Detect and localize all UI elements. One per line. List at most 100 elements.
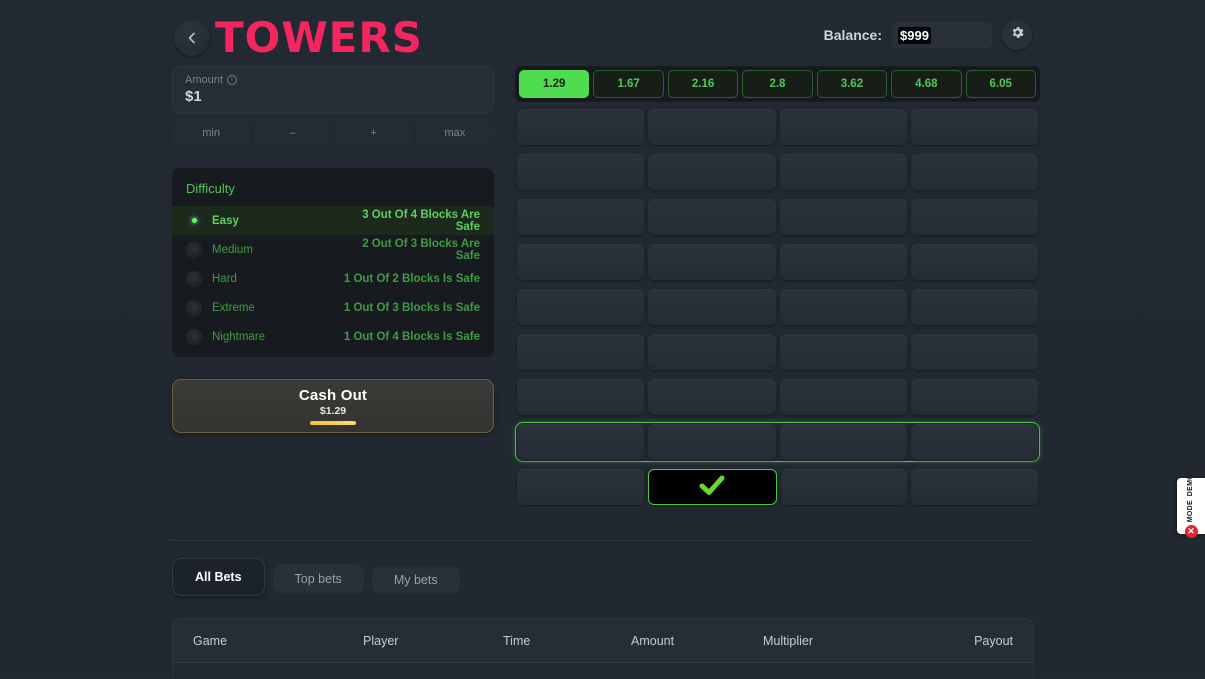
multiplier-button-4[interactable]: 2.8 [742,70,813,98]
tower-cell[interactable] [517,289,645,325]
tower-cell[interactable] [910,109,1038,145]
tower-cell[interactable] [910,289,1038,325]
tower-cell[interactable] [911,469,1038,505]
radio-icon [186,212,202,229]
balance-value: $999 [898,26,931,44]
tower-cell-revealed [647,469,777,505]
tower-cell[interactable] [779,109,907,145]
difficulty-option-hard[interactable]: Hard 1 Out Of 2 Blocks Is Safe [172,264,494,293]
tower-cell[interactable] [517,154,645,190]
column-header-payout: Payout [974,633,1013,648]
amount-label-row: Amount i [185,74,481,86]
bet-controls-panel: Amount i $1 min – + max Difficulty Easy … [172,66,494,433]
gear-icon [1010,25,1025,45]
settings-button[interactable] [1002,20,1032,50]
close-circle-icon[interactable]: ✕ [1184,524,1198,538]
tower-cell[interactable] [517,469,644,505]
column-header-game: Game [193,633,228,648]
tab-my-bets[interactable]: My bets [371,566,460,594]
tower-row [515,287,1040,327]
difficulty-option-extreme[interactable]: Extreme 1 Out Of 3 Blocks Is Safe [172,293,494,322]
difficulty-option-desc: 1 Out Of 4 Blocks Is Safe [343,330,480,343]
multiplier-button-5[interactable]: 3.62 [816,70,888,98]
multiplier-button-6[interactable]: 4.68 [891,70,962,98]
tower-cell[interactable] [779,334,907,370]
tower-cell[interactable] [648,379,776,415]
tower-cell[interactable] [779,199,907,235]
difficulty-option-label: Extreme [212,301,255,314]
cash-out-button[interactable]: Cash Out $1.29 [172,379,494,433]
tower-cell[interactable] [779,154,907,190]
amount-min-button[interactable]: min [172,120,251,146]
balance-label: Balance: [823,27,882,43]
difficulty-option-easy[interactable]: Easy 3 Out Of 4 Blocks Are Safe [172,206,494,235]
demo-mode-badge[interactable]: DEMO MODE ✕ [1177,474,1205,538]
amount-input[interactable]: Amount i $1 [172,66,494,114]
tower-cell[interactable] [910,199,1038,235]
amount-value: $1 [185,88,202,105]
difficulty-option-label: Easy [212,214,239,227]
multiplier-button-1[interactable]: 1.29 [519,70,590,98]
tower-cell[interactable] [910,244,1038,280]
difficulty-option-label: Nightmare [212,330,266,343]
page-header: TOWERS Balance: $999 [170,8,1040,62]
towers-game-app: TOWERS Balance: $999 Amount i $1 min – +… [0,0,1205,679]
chevron-left-icon [185,31,199,45]
tower-cell[interactable] [910,334,1038,370]
multiplier-button-7[interactable]: 6.05 [965,70,1036,98]
tower-cell[interactable] [648,289,776,325]
tower-cell[interactable] [910,154,1038,190]
tower-row [515,467,1040,507]
bets-tabs: All Bets Top bets My bets [172,558,460,596]
amount-increase-button[interactable]: + [334,120,413,146]
multiplier-button-3[interactable]: 2.16 [667,70,739,98]
tower-cell[interactable] [779,379,907,415]
difficulty-option-desc: 2 Out Of 3 Blocks Are Safe [362,237,480,262]
cash-out-value: $1.29 [319,405,347,417]
page-title: TOWERS [215,13,423,62]
back-button[interactable] [174,20,210,56]
tower-row [515,197,1040,237]
tower-cell[interactable] [517,424,645,460]
tower-cell[interactable] [779,289,907,325]
tab-top-bets[interactable]: Top bets [272,564,364,594]
cash-out-label: Cash Out [298,387,368,404]
demo-mode-label-2: MODE [1187,499,1194,522]
difficulty-option-label: Hard [212,272,237,285]
game-stage: TOWERS Balance: $999 Amount i $1 min – +… [170,0,1040,679]
tower-cell[interactable] [648,244,776,280]
tower-cell[interactable] [648,199,776,235]
tower-cell[interactable] [780,469,908,505]
tower-cell[interactable] [779,244,907,280]
difficulty-option-nightmare[interactable]: Nightmare 1 Out Of 4 Blocks Is Safe [172,322,494,351]
tower-cell[interactable] [910,424,1038,460]
tower-cell[interactable] [517,199,645,235]
difficulty-option-medium[interactable]: Medium 2 Out Of 3 Blocks Are Safe [172,235,494,264]
tower-cell[interactable] [648,109,776,145]
tower-cell[interactable] [648,334,776,370]
tower-cell[interactable] [517,244,645,280]
demo-mode-label-1: DEMO [1187,474,1194,497]
section-divider [170,540,1032,541]
tower-cell[interactable] [648,424,776,460]
tower-cell[interactable] [779,424,907,460]
tower-cell[interactable] [648,154,776,190]
amount-decrease-button[interactable]: – [253,120,332,146]
tower-cell[interactable] [517,334,645,370]
difficulty-option-desc: 1 Out Of 2 Blocks Is Safe [343,272,480,285]
bets-table: Game Player Time Amount Multiplier Payou… [172,618,1034,679]
balance-input[interactable]: $999 [892,22,992,48]
tower-cell[interactable] [517,109,645,145]
difficulty-option-desc: 1 Out Of 3 Blocks Is Safe [343,301,480,314]
tower-cell[interactable] [517,379,645,415]
tower-cell[interactable] [910,379,1038,415]
tab-all-bets[interactable]: All Bets [172,558,265,596]
amount-max-button[interactable]: max [415,120,494,146]
difficulty-option-label: Medium [212,243,253,256]
tower-row [515,377,1040,417]
balance-area: Balance: $999 [824,20,1032,50]
tower-row-active [515,422,1040,462]
amount-buttons: min – + max [172,120,494,146]
difficulty-option-desc: 3 Out Of 4 Blocks Are Safe [362,208,480,233]
multiplier-button-2[interactable]: 1.67 [593,70,664,98]
